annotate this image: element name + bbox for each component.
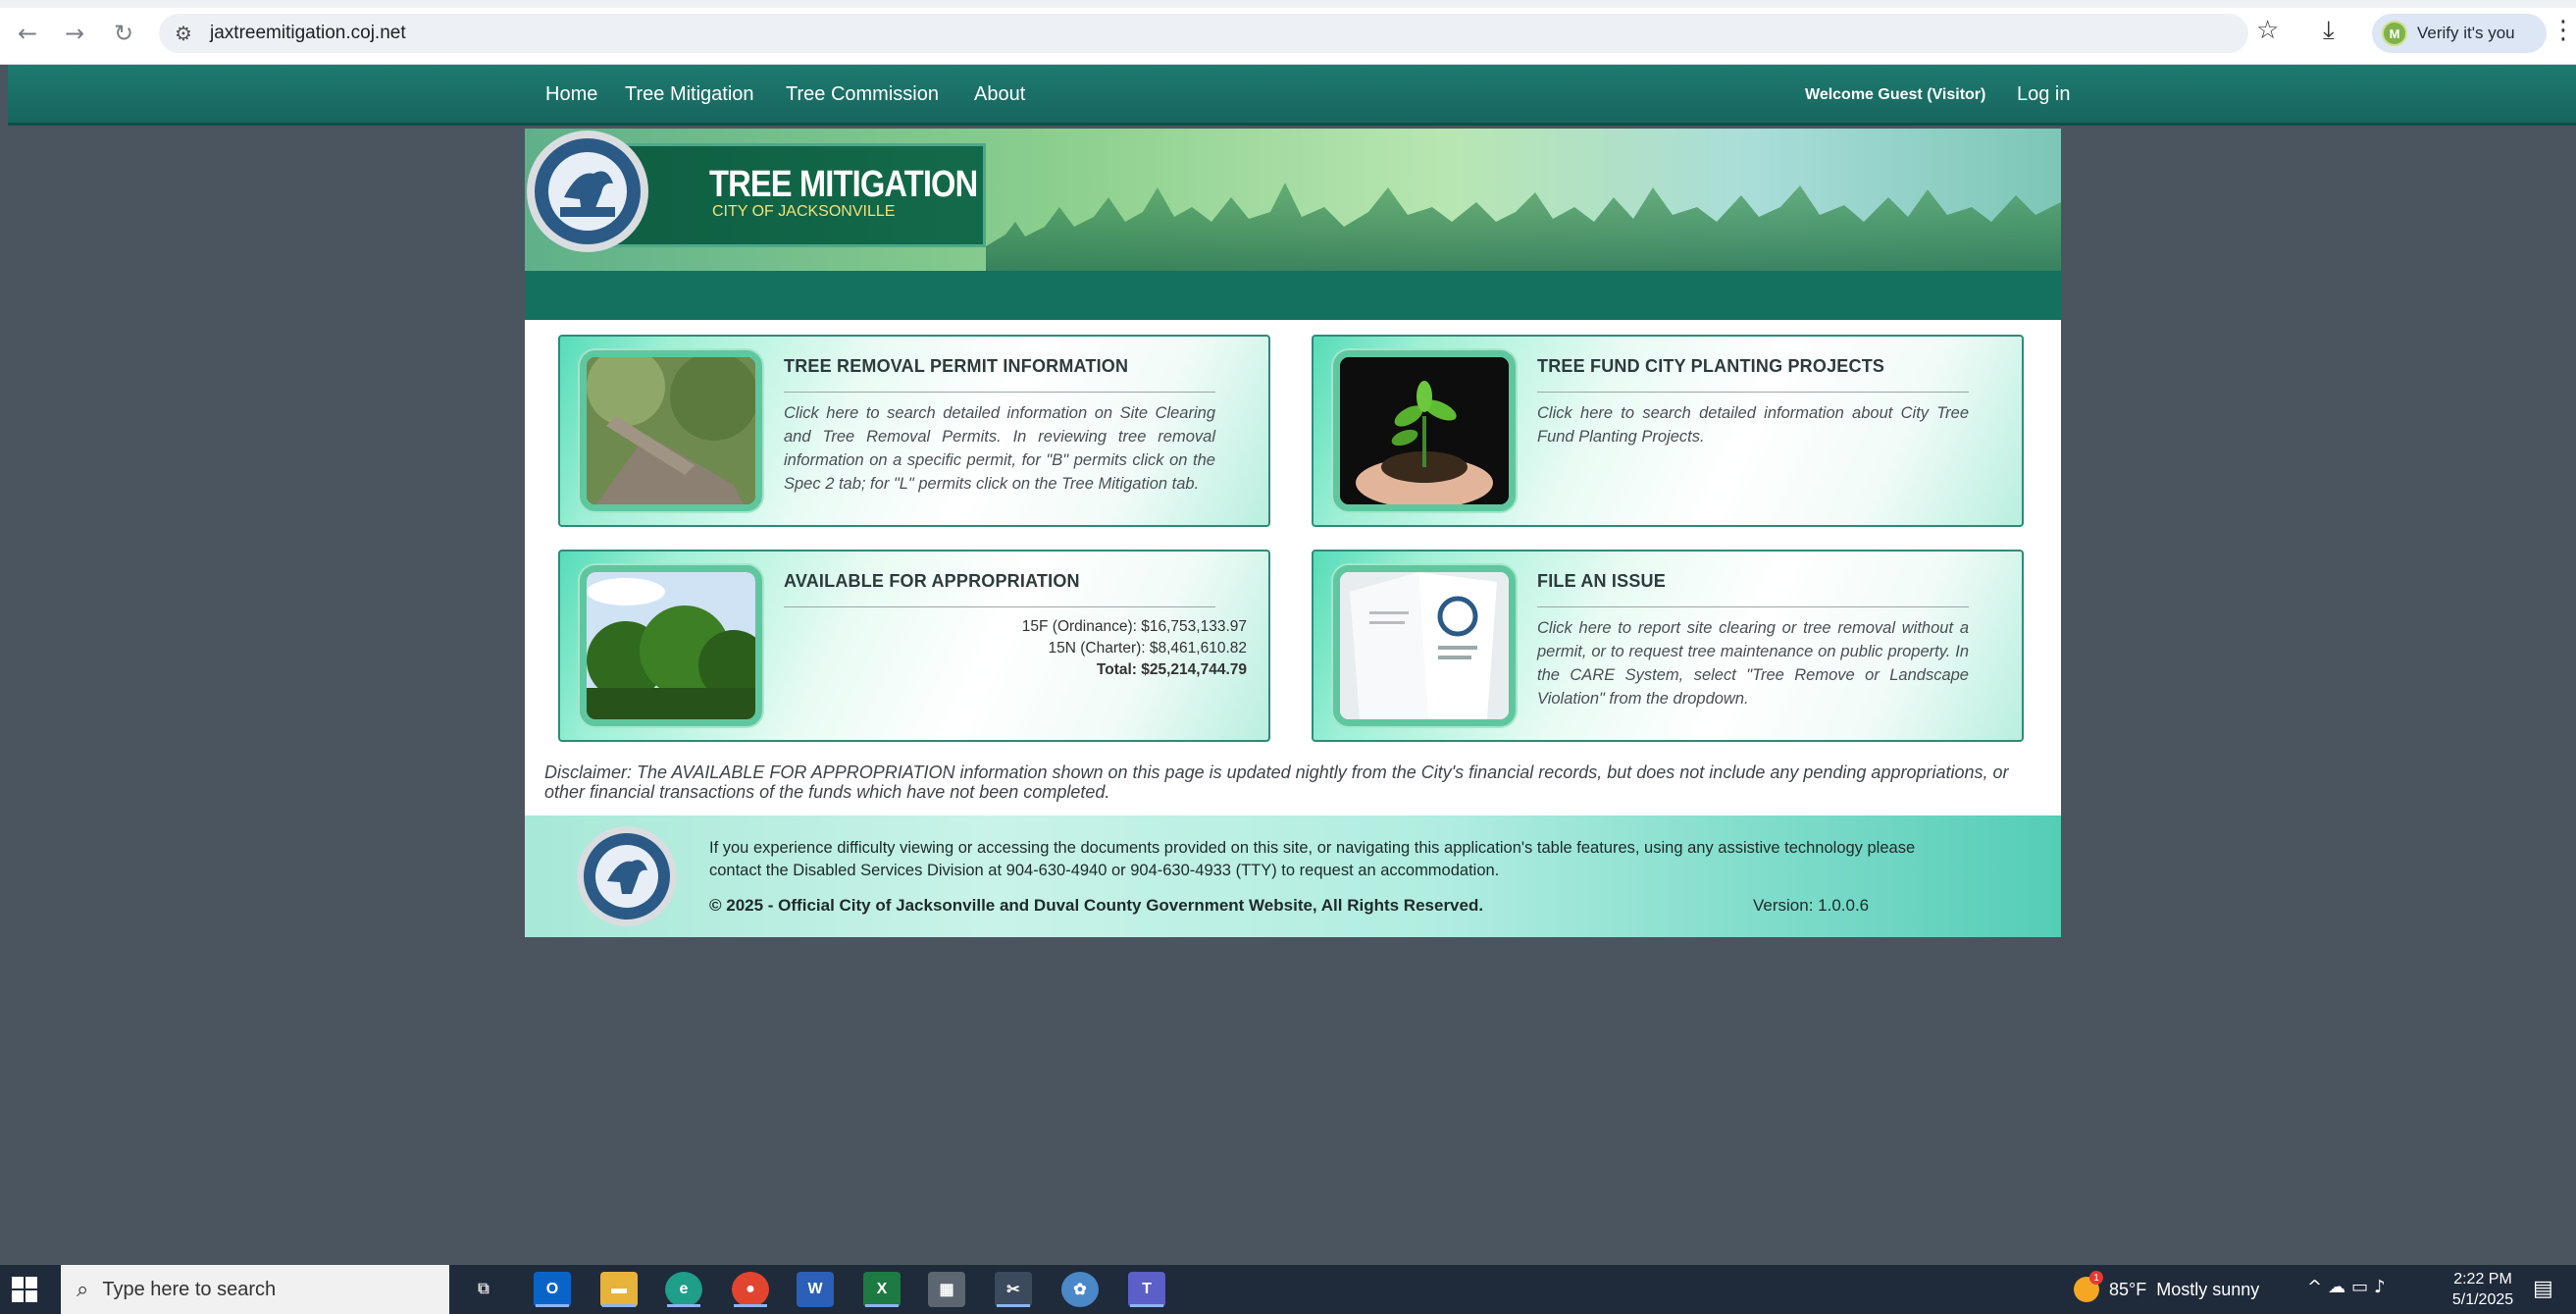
nav-home[interactable]: Home [545,83,597,106]
card-title: AVAILABLE FOR APPROPRIATION [784,571,1080,591]
card-file-an-issue[interactable]: FILE AN ISSUE Click here to report site … [1312,550,2024,742]
download-icon[interactable]: ⤓ [2323,16,2335,46]
card-description: Click here to search detailed informatio… [1537,404,1969,446]
sun-icon: 1 [2074,1271,2103,1302]
bookmark-star-icon[interactable]: ☆ [2256,16,2279,45]
network-icon[interactable]: ▭ [2351,1277,2374,1297]
city-seal-logo [577,826,677,926]
card-tree-fund-planting[interactable]: TREE FUND CITY PLANTING PROJECTS Click h… [1312,335,2024,527]
system-clock[interactable]: 2:22 PM 5/1/2025 [2439,1269,2527,1310]
weather-temp: 85°F [2109,1279,2147,1299]
page-container: TREE MITIGATION CITY OF JACKSONVILLE TRE… [525,129,2061,937]
page-footer: If you experience difficulty viewing or … [525,815,2061,937]
copyright-text: © 2025 - Official City of Jacksonville a… [709,896,1484,915]
banner: TREE MITIGATION CITY OF JACKSONVILLE [525,129,2061,271]
windows-start-icon[interactable] [12,1277,37,1302]
login-link[interactable]: Log in [2017,83,2071,106]
outlook-icon[interactable]: O [534,1272,571,1307]
verify-profile-button[interactable]: M Verify it's you [2372,14,2547,53]
onedrive-icon[interactable]: ☁ [2328,1277,2351,1297]
clock-date: 5/1/2025 [2451,1291,2514,1308]
card-title: TREE REMOVAL PERMIT INFORMATION [784,356,1129,376]
site-navbar: Home Tree Mitigation Tree Commission Abo… [8,65,2576,126]
notification-badge: 1 [2089,1271,2103,1285]
back-icon[interactable]: ← [10,16,45,51]
nav-tree-mitigation[interactable]: Tree Mitigation [625,83,754,106]
card-title: TREE FUND CITY PLANTING PROJECTS [1537,356,1885,376]
chrome-icon[interactable]: ● [732,1272,769,1307]
welcome-text: Welcome Guest (Visitor) [1805,86,1986,103]
card-description: Click here to search detailed informatio… [784,404,1215,493]
taskbar-search[interactable]: ⌕ Type here to search [61,1265,449,1314]
city-seal-logo[interactable] [525,129,650,254]
tray-icons[interactable]: ^☁▭♪ [2307,1277,2392,1297]
disclaimer-text: Disclaimer: The AVAILABLE FOR APPROPRIAT… [544,762,2009,802]
banner-title: TREE MITIGATION [709,164,978,205]
appropriation-charter: 15N (Charter): $8,461,610.82 [1048,640,1247,657]
snipping-tool-icon[interactable]: ✂ [995,1272,1032,1307]
card-available-appropriation[interactable]: AVAILABLE FOR APPROPRIATION 15F (Ordinan… [558,550,1270,742]
clock-time: 2:22 PM [2453,1271,2512,1288]
word-icon[interactable]: W [797,1272,834,1307]
reload-icon[interactable]: ↻ [106,16,141,51]
appropriation-total: Total: $25,214,744.79 [1096,661,1247,678]
task-view-icon[interactable]: ⧉ [465,1272,502,1307]
tree-canopy-image [580,565,762,726]
card-title: FILE AN ISSUE [1537,571,1666,591]
divider [784,606,1215,607]
menu-dots-icon[interactable]: ⋮ [2550,16,2576,45]
divider [784,392,1215,393]
weather-text: Mostly sunny [2156,1279,2260,1299]
banner-subtitle: CITY OF JACKSONVILLE [712,203,896,220]
card-description: Click here to report site clearing or tr… [1537,619,1969,708]
settings-app-icon[interactable]: ✿ [1061,1272,1099,1307]
profile-avatar: M [2382,21,2407,46]
file-explorer-icon[interactable]: ▬ [600,1272,638,1307]
windows-taskbar: ⌕ Type here to search ⧉ O ▬ e ● W X ▦ ✂ … [0,1265,2576,1314]
seedling-in-hands-image [1333,350,1516,511]
site-settings-icon[interactable]: ⚙ [175,22,192,45]
excel-icon[interactable]: X [863,1272,901,1307]
accessibility-notice: If you experience difficulty viewing or … [709,839,1916,879]
chevron-up-icon[interactable]: ^ [2307,1277,2328,1297]
search-placeholder[interactable]: Type here to search [102,1279,276,1301]
brochure-image [1333,565,1516,726]
divider [1537,606,1969,607]
divider [1537,392,1969,393]
banner-strip [525,271,2061,320]
url-text[interactable]: jaxtreemitigation.coj.net [210,23,406,44]
tab-strip [0,0,2576,8]
address-bar[interactable]: ⚙ jaxtreemitigation.coj.net [159,14,2248,53]
appropriation-ordinance: 15F (Ordinance): $16,753,133.97 [1021,618,1247,635]
nav-about[interactable]: About [974,83,1025,106]
version-text: Version: 1.0.0.6 [1753,896,1870,915]
nav-tree-commission[interactable]: Tree Commission [786,83,939,106]
teams-icon[interactable]: T [1128,1272,1165,1307]
notification-center-icon[interactable]: ▤ [2533,1277,2553,1301]
search-icon: ⌕ [77,1277,89,1302]
browser-toolbar: ← → ↻ ⚙ jaxtreemitigation.coj.net ☆ ⤓ M … [0,0,2576,65]
fallen-tree-image [580,350,762,511]
volume-icon[interactable]: ♪ [2374,1277,2392,1297]
weather-widget[interactable]: 1 85°F Mostly sunny [2074,1271,2260,1302]
forward-icon[interactable]: → [57,16,92,51]
edge-icon[interactable]: e [665,1272,702,1307]
card-tree-removal-permit[interactable]: TREE REMOVAL PERMIT INFORMATION Click he… [558,335,1270,527]
verify-label: Verify it's you [2417,24,2515,42]
calculator-icon[interactable]: ▦ [928,1272,965,1307]
